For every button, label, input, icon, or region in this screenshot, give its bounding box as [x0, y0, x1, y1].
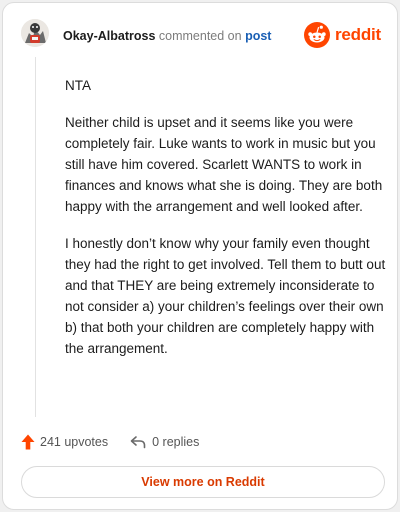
username-link[interactable]: Okay-Albatross: [63, 29, 155, 43]
avatar-icon: [21, 19, 49, 47]
comment-paragraph: I honestly don’t know why your family ev…: [65, 236, 386, 356]
action-text: commented on: [158, 29, 242, 43]
upvote-button[interactable]: 241 upvotes: [21, 434, 108, 450]
comment-footer: 241 upvotes 0 replies: [21, 431, 199, 453]
comment-card: Okay-Albatross commented on post reddit …: [2, 2, 398, 510]
reply-arrow-icon: [130, 436, 146, 449]
comment-header: Okay-Albatross commented on post reddit: [19, 19, 383, 53]
user-avatar[interactable]: [21, 19, 49, 47]
comment-body: NTA Neither child is upset and it seems …: [65, 75, 387, 375]
post-link[interactable]: post: [245, 29, 271, 43]
upvote-count: 241 upvotes: [40, 435, 109, 449]
view-more-button[interactable]: View more on Reddit: [21, 466, 385, 498]
comment-meta: Okay-Albatross commented on post: [63, 29, 271, 43]
upvote-arrow-icon: [21, 434, 35, 450]
replies-button[interactable]: 0 replies: [130, 435, 199, 449]
thread-line: [35, 57, 36, 417]
comment-paragraph: NTA: [65, 78, 91, 93]
replies-count: 0 replies: [152, 435, 200, 449]
comment-paragraph: Neither child is upset and it seems like…: [65, 115, 383, 214]
reddit-snoo-icon: [303, 22, 330, 48]
reddit-wordmark: reddit: [334, 25, 381, 44]
reddit-brand[interactable]: reddit: [303, 22, 381, 48]
